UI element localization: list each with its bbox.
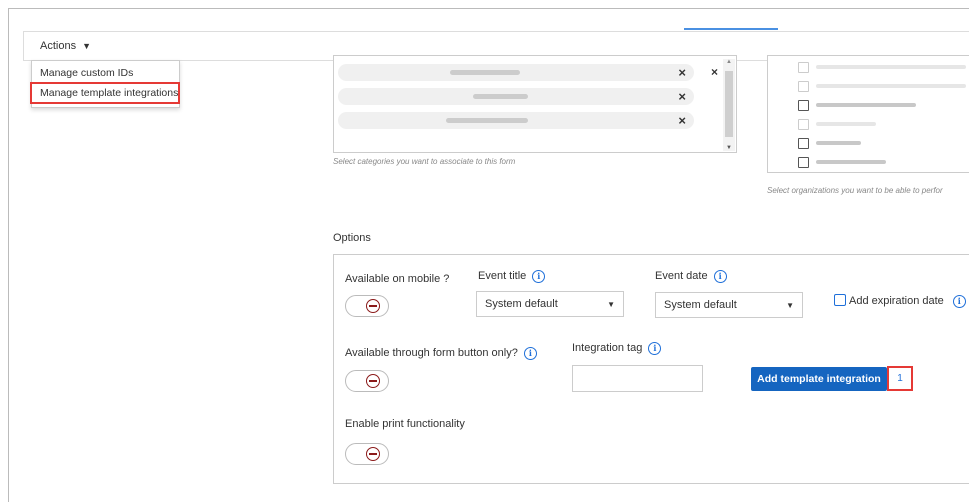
available-on-mobile-label: Available on mobile ? xyxy=(345,273,450,285)
integration-tag-text: Integration tag xyxy=(572,342,643,354)
info-icon[interactable]: i xyxy=(713,270,727,283)
event-title-text: Event title xyxy=(478,270,527,282)
add-expiration-date-text: Add expiration date xyxy=(849,295,944,307)
print-functionality-label: Enable print functionality xyxy=(345,418,465,430)
category-chip-label xyxy=(473,94,528,99)
active-tab-indicator xyxy=(684,28,778,30)
remove-chip-icon[interactable]: × xyxy=(678,113,686,128)
category-chip: × xyxy=(338,64,694,81)
dropdown-arrow-icon: ▼ xyxy=(607,300,615,309)
integration-tag-input[interactable] xyxy=(572,365,703,392)
page-frame-top xyxy=(8,8,969,9)
event-date-text: Event date xyxy=(655,270,708,282)
categories-hint: Select categories you want to associate … xyxy=(333,157,516,166)
print-functionality-toggle[interactable] xyxy=(345,443,389,465)
actions-label: Actions xyxy=(40,40,77,52)
categories-scrollbar[interactable]: ▲ ▼ xyxy=(723,59,735,151)
caret-down-icon: ▼ xyxy=(82,41,91,51)
scroll-down-icon[interactable]: ▼ xyxy=(726,145,732,151)
clear-all-icon[interactable]: × xyxy=(711,65,718,79)
org-list-item[interactable] xyxy=(798,60,966,76)
remove-chip-icon[interactable]: × xyxy=(678,89,686,104)
dropdown-arrow-icon: ▼ xyxy=(786,301,794,310)
form-button-only-text: Available through form button only? xyxy=(345,347,518,359)
actions-dropdown-button[interactable]: Actions ▼ xyxy=(40,40,91,52)
add-expiration-date-checkbox[interactable] xyxy=(834,294,846,306)
category-chip-label xyxy=(450,70,520,75)
toggle-off-icon xyxy=(366,299,380,313)
organizations-hint: Select organizations you want to be able… xyxy=(767,186,943,195)
form-button-only-toggle[interactable] xyxy=(345,370,389,392)
org-list-item[interactable] xyxy=(798,98,958,114)
category-chip: × xyxy=(338,88,694,105)
toggle-off-icon xyxy=(366,447,380,461)
info-icon[interactable]: i xyxy=(648,342,662,355)
org-list-item[interactable] xyxy=(798,155,958,171)
available-on-mobile-toggle[interactable] xyxy=(345,295,389,317)
info-icon[interactable]: i xyxy=(532,270,546,283)
event-title-label: Event title i xyxy=(478,270,546,283)
add-template-integration-button[interactable]: Add template integration xyxy=(751,367,887,391)
scrollbar-thumb[interactable] xyxy=(725,71,733,137)
event-title-value: System default xyxy=(485,298,558,310)
event-date-select[interactable]: System default ▼ xyxy=(655,292,803,318)
org-list-item[interactable] xyxy=(798,79,966,95)
menu-item-manage-custom-ids[interactable]: Manage custom IDs xyxy=(32,63,179,83)
scroll-up-icon[interactable]: ▲ xyxy=(726,59,732,65)
event-title-select[interactable]: System default ▼ xyxy=(476,291,624,317)
form-button-only-label: Available through form button only? i xyxy=(345,347,537,360)
categories-select[interactable]: × × × × ▲ ▼ xyxy=(333,55,737,153)
org-list-item[interactable] xyxy=(798,117,958,133)
add-expiration-date-label: Add expiration date i xyxy=(849,295,966,308)
category-chip: × xyxy=(338,112,694,129)
actions-menu: Manage custom IDs Manage template integr… xyxy=(30,60,180,108)
page-frame-left xyxy=(8,8,9,502)
menu-item-manage-template-integrations[interactable]: Manage template integrations xyxy=(30,82,180,104)
category-chip-label xyxy=(446,118,528,123)
event-date-value: System default xyxy=(664,299,737,311)
integration-count-badge[interactable]: 1 xyxy=(887,366,913,391)
event-date-label: Event date i xyxy=(655,270,727,283)
info-icon[interactable]: i xyxy=(952,295,966,308)
integration-tag-label: Integration tag i xyxy=(572,342,662,355)
organizations-list xyxy=(767,55,969,173)
options-title: Options xyxy=(333,232,371,244)
remove-chip-icon[interactable]: × xyxy=(678,65,686,80)
toggle-off-icon xyxy=(366,374,380,388)
info-icon[interactable]: i xyxy=(523,347,537,360)
org-list-item[interactable] xyxy=(798,136,958,152)
